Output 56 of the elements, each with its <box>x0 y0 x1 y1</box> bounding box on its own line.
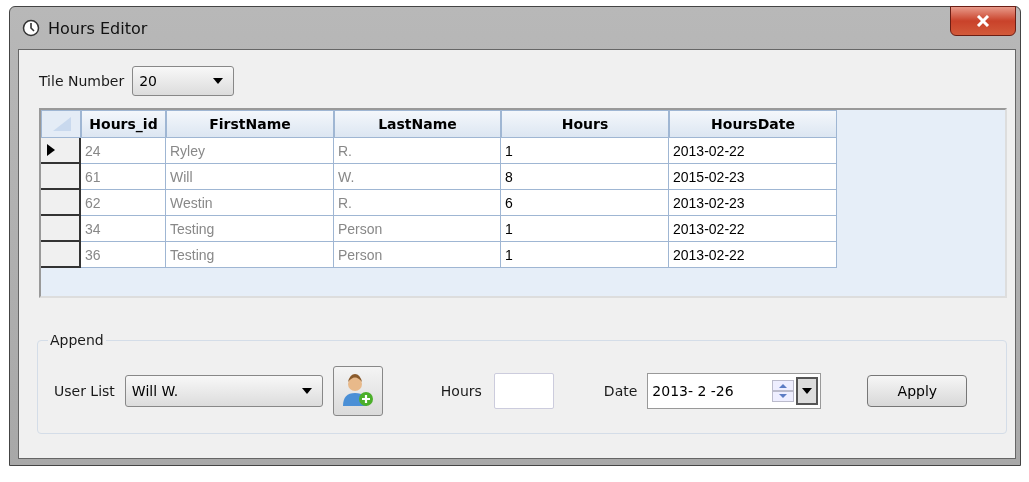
table-cell: R. <box>334 190 501 216</box>
row-header[interactable] <box>41 138 81 164</box>
group-title: Append <box>49 332 105 348</box>
column-header[interactable]: LastName <box>334 110 501 138</box>
close-icon <box>976 15 990 27</box>
current-row-icon <box>47 144 55 156</box>
table-cell: 2013-02-22 <box>669 216 837 242</box>
tile-number-label: Tile Number <box>39 73 125 89</box>
table-cell: 1 <box>501 216 669 242</box>
date-label: Date <box>603 382 638 399</box>
table-cell: Testing <box>166 242 334 268</box>
table-cell: 62 <box>81 190 166 216</box>
hours-label: Hours <box>440 382 482 399</box>
table-cell: 36 <box>81 242 166 268</box>
column-header[interactable]: FirstName <box>166 110 334 138</box>
dropdown-arrow-icon <box>301 387 312 394</box>
column-header[interactable]: Hours_id <box>81 110 166 138</box>
table-cell: 24 <box>81 138 166 164</box>
table-cell: 61 <box>81 164 166 190</box>
row-header[interactable] <box>41 190 81 216</box>
table-cell: 8 <box>501 164 669 190</box>
table-cell: Will <box>166 164 334 190</box>
table-cell: Person <box>334 216 501 242</box>
window-title: Hours Editor <box>48 18 148 38</box>
hours-input[interactable] <box>493 372 554 409</box>
table-cell: 2013-02-23 <box>669 190 837 216</box>
table-cell: 2015-02-23 <box>669 164 837 190</box>
table-cell: 1 <box>501 242 669 268</box>
table-cell: Person <box>334 242 501 268</box>
date-picker[interactable]: 2013- 2 -26 <box>647 372 822 409</box>
table-cell: 2013-02-22 <box>669 138 837 164</box>
table-cell: 2013-02-22 <box>669 242 837 268</box>
add-user-icon <box>341 373 374 408</box>
table-cell: Westin <box>166 190 334 216</box>
table-cell: Ryley <box>166 138 334 164</box>
user-list-label: User List <box>54 382 115 399</box>
table-cell: W. <box>334 164 501 190</box>
dropdown-arrow-icon <box>802 387 813 394</box>
clock-icon <box>22 19 40 37</box>
table-cell: 34 <box>81 216 166 242</box>
column-header[interactable]: Hours <box>501 110 669 138</box>
table-cell: R. <box>334 138 501 164</box>
column-header[interactable]: HoursDate <box>669 110 837 138</box>
row-header[interactable] <box>41 242 81 268</box>
row-header[interactable] <box>41 216 81 242</box>
spinner-icon <box>772 379 795 402</box>
tile-number-dropdown[interactable]: 20 <box>132 66 235 96</box>
row-header[interactable] <box>41 164 81 190</box>
table-cell: Testing <box>166 216 334 242</box>
apply-button[interactable]: Apply <box>867 374 968 407</box>
dropdown-arrow-icon <box>213 78 224 84</box>
close-button[interactable] <box>950 6 1016 36</box>
table-cell: 1 <box>501 138 669 164</box>
add-user-button[interactable] <box>332 365 383 416</box>
table-cell: 6 <box>501 190 669 216</box>
user-list-dropdown[interactable]: Will W. <box>124 374 323 407</box>
